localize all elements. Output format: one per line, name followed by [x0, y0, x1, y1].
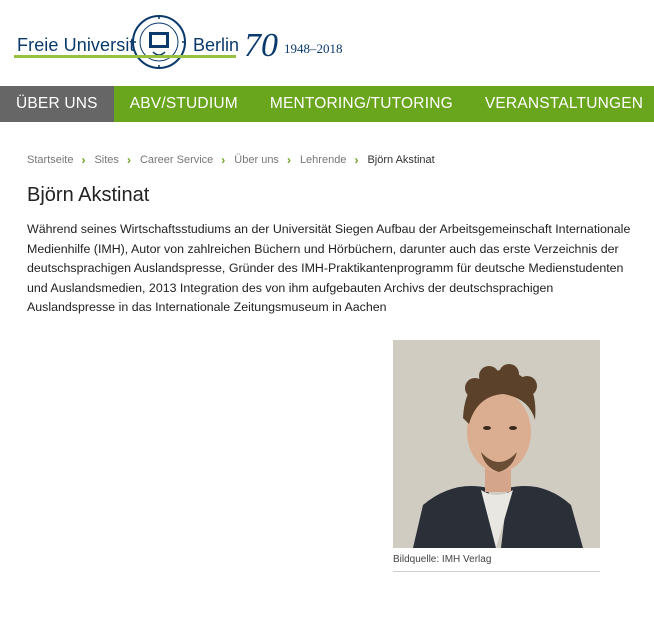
- biography-text: Während seines Wirtschaftsstudiums an de…: [27, 222, 631, 315]
- portrait-photo[interactable]: [393, 340, 600, 548]
- nav-item-veranstaltungen[interactable]: VERANSTALTUNGEN: [469, 86, 654, 122]
- anniversary-70-logo: 70: [244, 27, 278, 64]
- breadcrumb-link-lehrende[interactable]: Lehrende: [300, 154, 347, 166]
- brand-underline: [14, 55, 236, 58]
- breadcrumb-link-sites[interactable]: Sites: [94, 154, 118, 166]
- nav-item-mentoring-tutoring[interactable]: MENTORING/TUTORING: [254, 86, 469, 122]
- chevron-right-icon: ›: [126, 153, 131, 167]
- breadcrumb-link-career-service[interactable]: Career Service: [140, 154, 213, 166]
- university-seal-logo[interactable]: [131, 14, 187, 70]
- brand-name-left[interactable]: Freie Universität: [17, 35, 150, 56]
- nav-item-ueber-uns[interactable]: ÜBER UNS: [0, 86, 114, 122]
- brand-name-right[interactable]: Berlin: [193, 35, 239, 56]
- chevron-right-icon: ›: [354, 153, 359, 167]
- site-header: Freie Universität Berlin 70 1948–2018: [0, 0, 654, 85]
- chevron-right-icon: ›: [221, 153, 226, 167]
- main-navigation: ÜBER UNS ABV/STUDIUM MENTORING/TUTORING …: [0, 86, 654, 122]
- chevron-right-icon: ›: [286, 153, 291, 167]
- breadcrumb-link-ueber-uns[interactable]: Über uns: [234, 154, 279, 166]
- nav-item-abv-studium[interactable]: ABV/STUDIUM: [114, 86, 254, 122]
- page-title: Björn Akstinat: [27, 184, 150, 206]
- photo-caption: Bildquelle: IMH Verlag: [393, 554, 600, 572]
- portrait-figure: Bildquelle: IMH Verlag: [393, 340, 600, 572]
- chevron-right-icon: ›: [81, 153, 86, 167]
- breadcrumb: Startseite › Sites › Career Service › Üb…: [27, 153, 435, 167]
- breadcrumb-link-startseite[interactable]: Startseite: [27, 154, 73, 166]
- anniversary-years: 1948–2018: [284, 41, 343, 56]
- breadcrumb-current: Björn Akstinat: [367, 154, 435, 166]
